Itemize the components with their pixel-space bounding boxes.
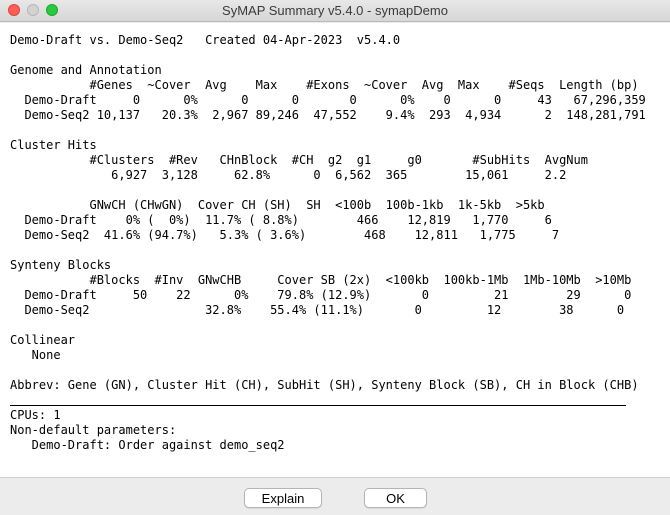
- cpus-line: CPUs: 1: [10, 408, 61, 422]
- section-heading-collinear: Collinear: [10, 333, 76, 347]
- section-heading-genome-annotation: Genome and Annotation: [10, 63, 162, 77]
- parameter-line: Demo-Draft: Order against demo_seq2: [10, 438, 285, 452]
- cluster-coverage-row: Demo-Seq2 41.6% (94.7%) 5.3% ( 3.6%) 468…: [10, 228, 560, 242]
- summary-text-area[interactable]: Demo-Draft vs. Demo-Seq2 Created 04-Apr-…: [0, 23, 670, 477]
- summary-line: Demo-Draft vs. Demo-Seq2 Created 04-Apr-…: [10, 33, 401, 47]
- summary-report: Demo-Draft vs. Demo-Seq2 Created 04-Apr-…: [0, 23, 670, 453]
- section-heading-synteny-blocks: Synteny Blocks: [10, 258, 112, 272]
- parameters-heading: Non-default parameters:: [10, 423, 177, 437]
- genome-table-row: Demo-Draft 0 0% 0 0 0 0% 0 0 43 67,296,3…: [10, 93, 646, 107]
- cluster-coverage-row: Demo-Draft 0% ( 0%) 11.7% ( 8.8%) 466 12…: [10, 213, 552, 227]
- synteny-table-row: Demo-Draft 50 22 0% 79.8% (12.9%) 0 21 2…: [10, 288, 632, 302]
- collinear-value: None: [10, 348, 61, 362]
- section-heading-cluster-hits: Cluster Hits: [10, 138, 97, 152]
- genome-table-row: Demo-Seq2 10,137 20.3% 2,967 89,246 47,5…: [10, 108, 646, 122]
- cluster-table-header: #Clusters #Rev CHnBlock #CH g2 g1 g0 #Su…: [10, 153, 588, 167]
- synteny-table-row: Demo-Seq2 32.8% 55.4% (11.1%) 0 12 38 0: [10, 303, 625, 317]
- synteny-table-header: #Blocks #Inv GNwCHB Cover SB (2x) <100kb…: [10, 273, 632, 287]
- genome-table-header: #Genes ~Cover Avg Max #Exons ~Cover Avg …: [10, 78, 639, 92]
- title-bar: SyMAP Summary v5.4.0 - symapDemo: [0, 0, 670, 22]
- cluster-table-row: 6,927 3,128 62.8% 0 6,562 365 15,061 2.2: [10, 168, 567, 182]
- button-bar: Explain OK: [0, 477, 670, 515]
- divider: [10, 405, 626, 406]
- explain-button[interactable]: Explain: [244, 488, 322, 508]
- cluster-coverage-header: GNwCH (CHwGN) Cover CH (SH) SH <100b 100…: [10, 198, 545, 212]
- window-title: SyMAP Summary v5.4.0 - symapDemo: [222, 3, 448, 18]
- summary-window: SyMAP Summary v5.4.0 - symapDemo Demo-Dr…: [0, 0, 670, 515]
- abbreviations-line: Abbrev: Gene (GN), Cluster Hit (CH), Sub…: [10, 378, 639, 392]
- ok-button[interactable]: OK: [364, 488, 427, 508]
